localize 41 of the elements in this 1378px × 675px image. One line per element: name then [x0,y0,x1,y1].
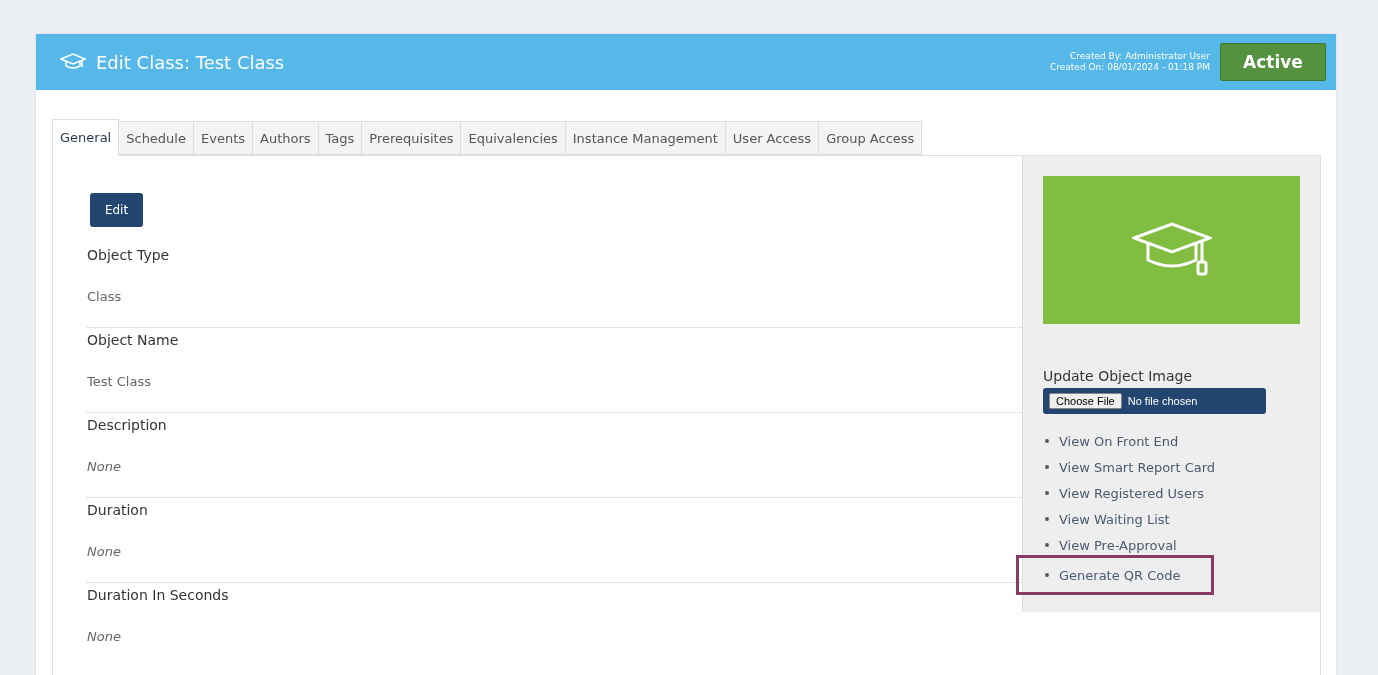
field-value: Test Class [87,374,152,389]
sidebar-link[interactable]: View Registered Users [1059,485,1204,501]
field-value: None [87,544,122,559]
field-value: None [87,459,122,474]
tab[interactable]: General [52,119,120,156]
page-title: Edit Class: Test Class [96,51,286,73]
bullet-icon [1045,573,1049,577]
tab[interactable]: Tags [318,121,363,155]
field-label: Object Name [87,332,180,348]
tab[interactable]: Equivalencies [461,121,566,155]
tab[interactable]: Instance Management [565,121,726,155]
sidebar-link[interactable]: Generate QR Code [1059,567,1181,583]
tab[interactable]: User Access [725,121,820,155]
field-value: Class [87,289,123,304]
bullet-icon [1045,439,1049,443]
bullet-icon [1045,491,1049,495]
bullet-icon [1045,517,1049,521]
edit-button[interactable]: Edit [90,193,143,227]
tab[interactable]: Schedule [119,121,194,155]
tab[interactable]: Events [194,121,253,155]
tab[interactable]: Group Access [819,121,923,155]
created-by-text: Created By: Administrator User [1070,51,1210,62]
tab[interactable]: Prerequisites [362,121,462,155]
bullet-icon [1045,543,1049,547]
field-label: Duration [87,502,149,518]
status-button[interactable]: Active [1220,43,1326,81]
sidebar-link[interactable]: View Smart Report Card [1059,459,1216,475]
field-label: Duration In Seconds [87,587,230,603]
sidebar-link[interactable]: View Waiting List [1059,511,1170,527]
graduation-cap-icon [1131,222,1212,279]
file-input[interactable]: Choose File No file chosen [1043,388,1266,414]
field-label: Description [87,417,168,433]
field-label: Object Type [87,247,171,263]
field-value: None [87,629,122,644]
image-heading: Update Object Image [1043,368,1194,385]
created-on-text: Created On: 08/01/2024 - 01:18 PM [1050,62,1210,73]
sidebar-link[interactable]: View Pre-Approval [1059,537,1177,553]
tab[interactable]: Authors [253,121,319,155]
bullet-icon [1045,465,1049,469]
graduation-cap-icon [60,53,86,71]
sidebar-link[interactable]: View On Front End [1059,433,1179,449]
